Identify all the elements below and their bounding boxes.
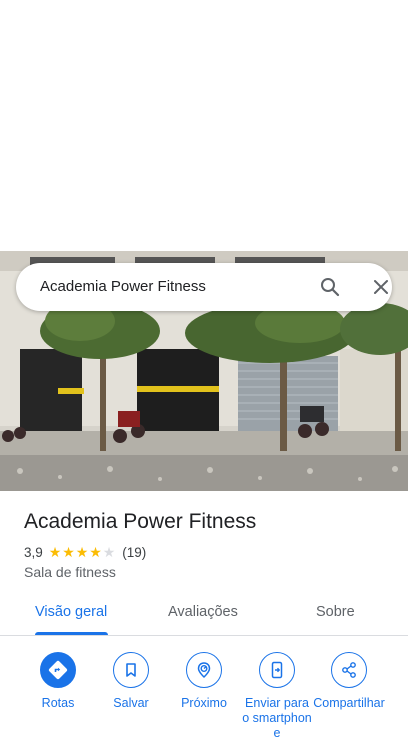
place-category[interactable]: Sala de fitness [24,564,116,580]
map-area [0,0,408,251]
tab-bar: Visão geral Avaliações Sobre [0,596,408,636]
close-icon[interactable] [369,275,393,299]
save-button[interactable]: Salvar [95,652,167,711]
search-bar[interactable]: Academia Power Fitness [16,263,392,311]
rating-stars: ★ ★ ★ ★ ★ [49,545,117,559]
send-to-phone-icon[interactable] [259,652,295,688]
directions-icon[interactable] [40,652,76,688]
tab-reviews[interactable]: Avaliações [168,604,238,620]
send-to-phone-button[interactable]: Enviar para o smartphone [241,652,313,741]
send-to-phone-label: Enviar para o smartphone [242,696,312,740]
share-label: Compartilhar [313,696,385,710]
nearby-button[interactable]: Próximo [168,652,240,711]
directions-label: Rotas [41,696,75,710]
tab-about[interactable]: Sobre [316,604,355,620]
bookmark-icon[interactable] [113,652,149,688]
rating-value: 3,9 [24,544,43,560]
place-title: Academia Power Fitness [24,510,257,533]
star-icon: ★ [75,544,89,560]
nearby-icon[interactable] [186,652,222,688]
star-icon: ★ [89,544,102,560]
directions-button[interactable]: Rotas [22,652,94,711]
save-label: Salvar [113,696,149,710]
search-query[interactable]: Academia Power Fitness [40,278,206,295]
nearby-label: Próximo [181,696,227,710]
star-icon: ★ [62,544,75,560]
active-tab-indicator [35,632,108,635]
star-icon: ★ [102,544,116,560]
star-icon: ★ [48,544,62,560]
search-icon[interactable] [318,275,342,299]
review-count[interactable]: (19) [122,545,146,560]
share-button[interactable]: Compartilhar [313,652,385,711]
share-icon[interactable] [331,652,367,688]
rating-row[interactable]: 3,9 ★ ★ ★ ★ ★ (19) [24,543,146,561]
tab-overview[interactable]: Visão geral [35,604,107,620]
